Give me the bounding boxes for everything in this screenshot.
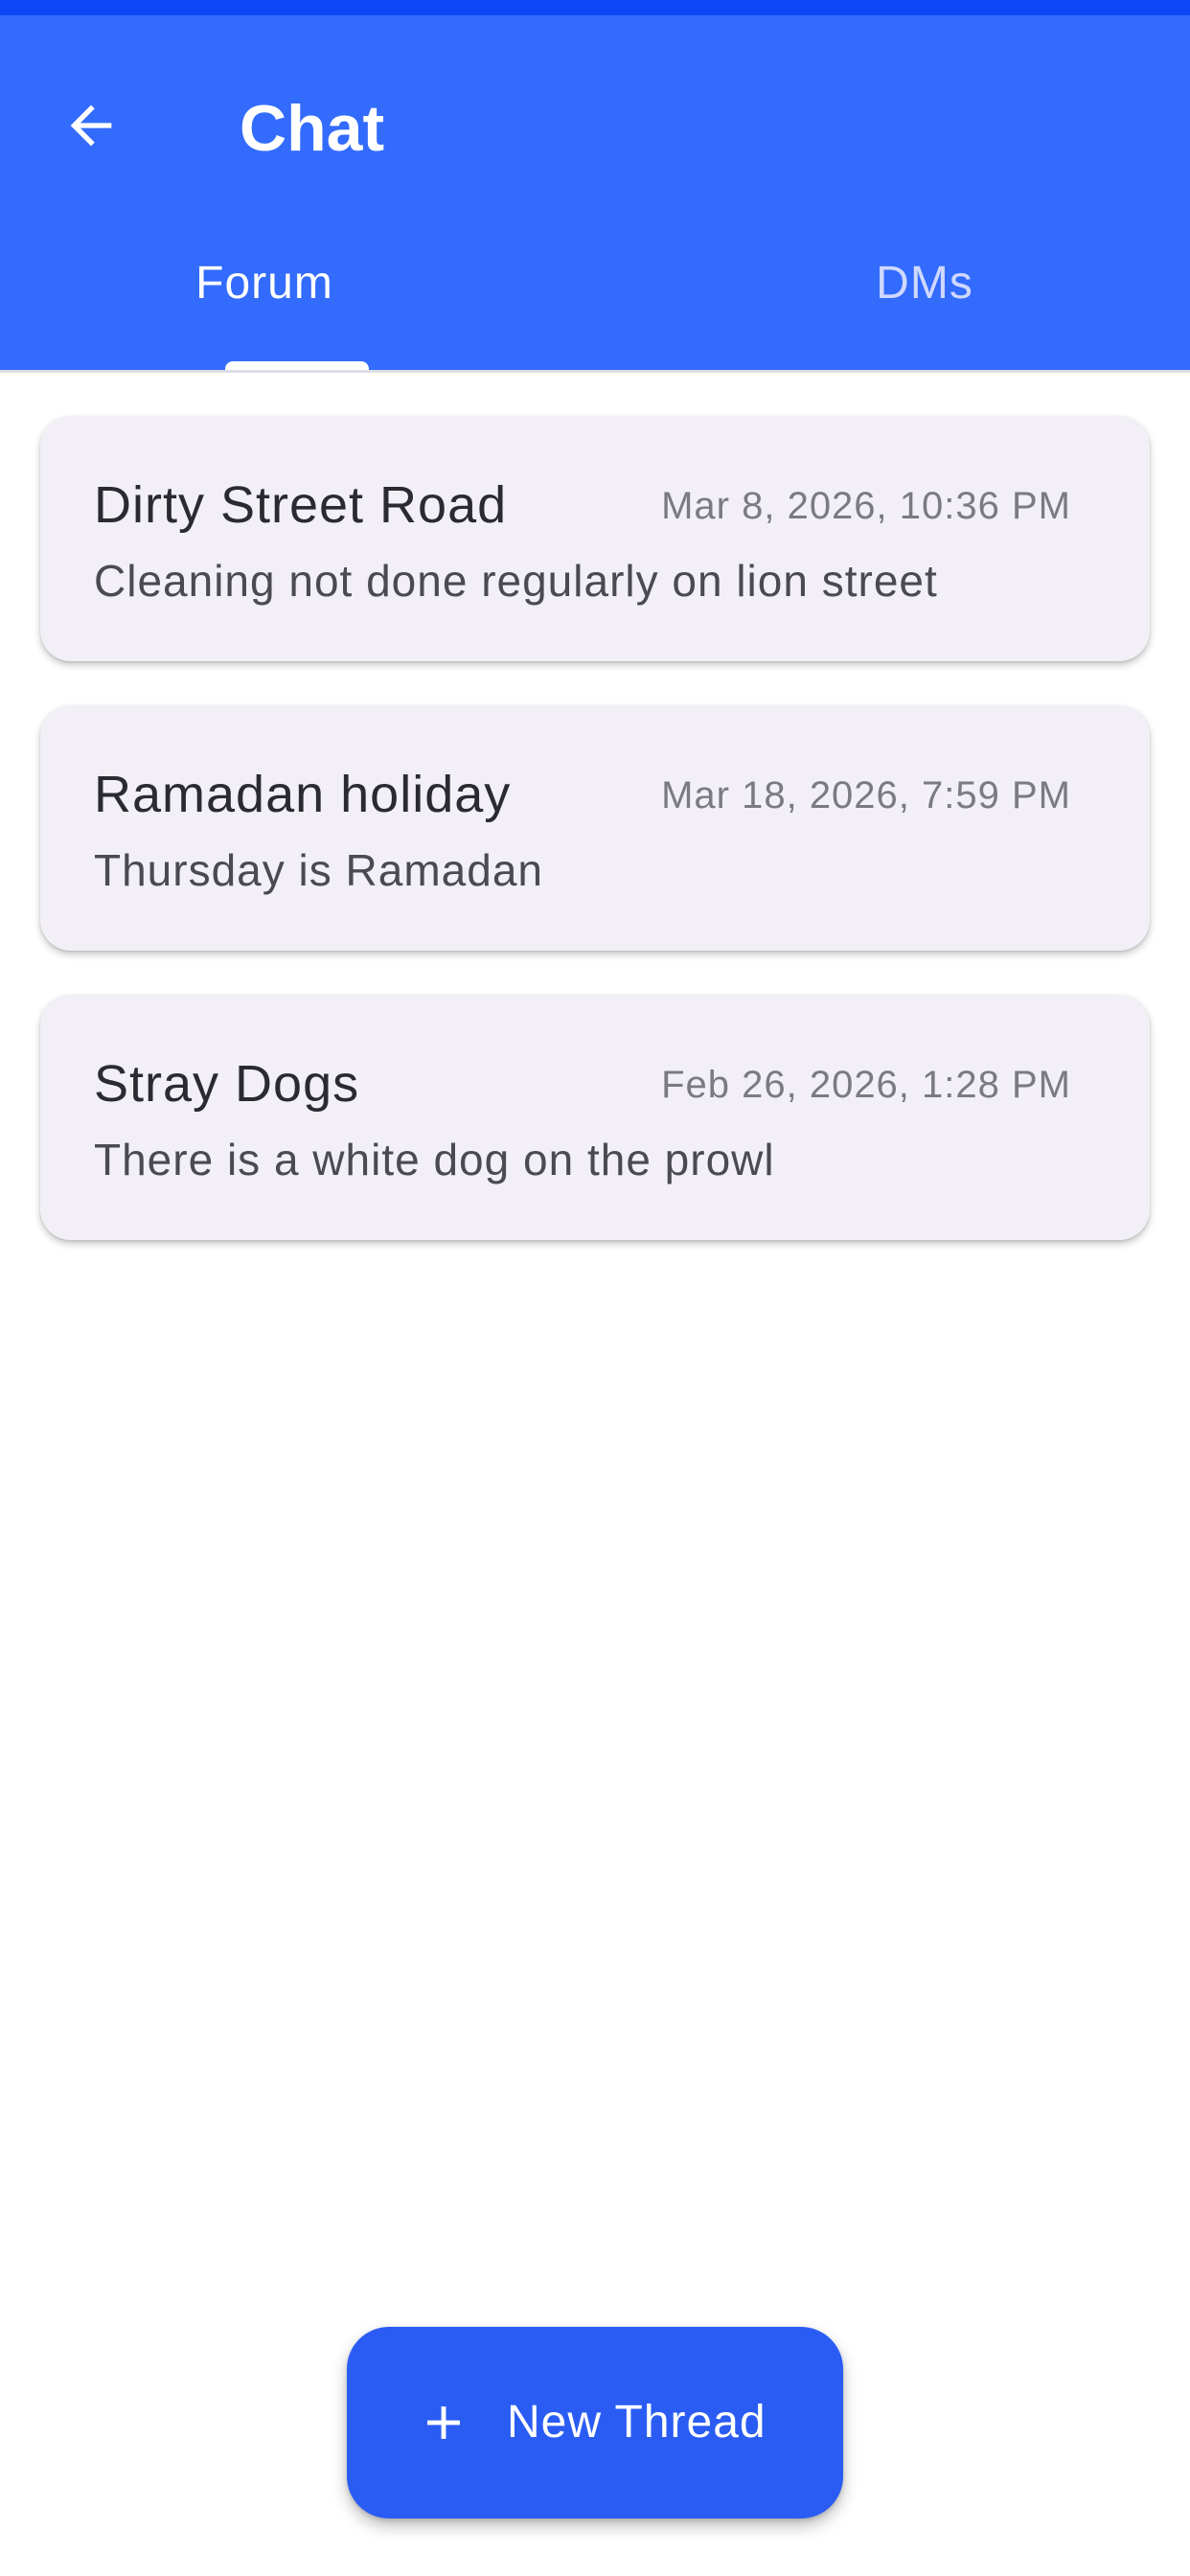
thread-timestamp: Mar 18, 2026, 7:59 PM [661,774,1071,816]
thread-timestamp: Mar 8, 2026, 10:36 PM [661,485,1071,527]
page-title: Chat [240,92,385,165]
app-bar: Chat Forum DMs [0,15,1190,370]
status-bar [0,0,1190,15]
thread-preview: Cleaning not done regularly on lion stre… [94,556,938,606]
tab-dms-label: DMs [876,258,973,309]
tab-indicator [225,361,369,370]
thread-card[interactable]: Dirty Street Road Mar 8, 2026, 10:36 PM … [40,416,1150,661]
tab-dms[interactable]: DMs [595,245,1190,370]
tab-bar: Forum DMs [0,245,1190,370]
thread-timestamp: Feb 26, 2026, 1:28 PM [661,1064,1071,1106]
thread-title: Ramadan holiday [94,766,512,823]
divider [0,370,1190,373]
new-thread-label: New Thread [507,2397,767,2448]
plus-icon [427,2406,460,2439]
new-thread-button[interactable]: New Thread [347,2327,843,2518]
tab-forum-label: Forum [195,258,333,309]
back-button[interactable] [48,82,134,169]
thread-preview: There is a white dog on the prowl [94,1135,775,1184]
thread-title: Dirty Street Road [94,476,508,534]
thread-card[interactable]: Stray Dogs Feb 26, 2026, 1:28 PM There i… [40,995,1150,1240]
thread-title: Stray Dogs [94,1055,360,1113]
tab-forum[interactable]: Forum [0,245,595,370]
arrow-left-icon [70,104,112,147]
thread-card[interactable]: Ramadan holiday Mar 18, 2026, 7:59 PM Th… [40,705,1150,951]
thread-preview: Thursday is Ramadan [94,845,543,895]
